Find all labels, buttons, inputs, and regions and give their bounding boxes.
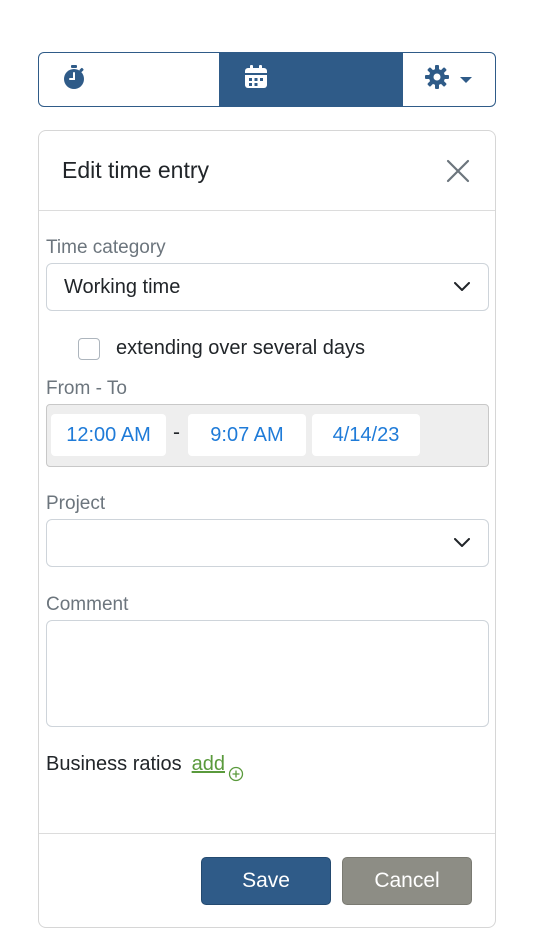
gear-icon bbox=[424, 64, 450, 95]
from-to-range: 12:00 AM - 9:07 AM 4/14/23 bbox=[46, 404, 489, 467]
multi-day-checkbox[interactable] bbox=[78, 337, 100, 360]
dialog-title: Edit time entry bbox=[62, 157, 209, 183]
cancel-button[interactable]: Cancel bbox=[342, 857, 472, 905]
comment-label: Comment bbox=[46, 594, 129, 615]
comment-textarea[interactable] bbox=[46, 620, 489, 727]
calendar-view-button[interactable] bbox=[220, 52, 402, 107]
multi-day-label: extending over several days bbox=[116, 337, 366, 359]
chevron-down-icon bbox=[454, 538, 470, 547]
start-time-picker[interactable]: 12:00 AM bbox=[51, 414, 166, 456]
save-button[interactable]: Save bbox=[201, 857, 331, 905]
from-to-label: From - To bbox=[46, 378, 127, 399]
plus-circle-icon[interactable] bbox=[228, 766, 244, 782]
dialog-body: Time category Working time extending ove… bbox=[39, 211, 495, 831]
add-business-ratio-link[interactable]: add bbox=[192, 753, 225, 776]
range-separator: - bbox=[173, 421, 180, 444]
view-toolbar bbox=[38, 52, 496, 107]
close-button[interactable] bbox=[443, 156, 473, 186]
dialog-header: Edit time entry bbox=[39, 131, 495, 211]
business-ratios-row: Business ratios add bbox=[46, 753, 244, 782]
calendar-icon bbox=[243, 64, 269, 95]
edit-time-entry-dialog: Edit time entry Time category Working ti… bbox=[38, 130, 496, 928]
date-picker[interactable]: 4/14/23 bbox=[312, 414, 420, 456]
caret-down-icon bbox=[460, 71, 472, 89]
dialog-footer: Save Cancel bbox=[39, 833, 495, 927]
settings-dropdown-button[interactable] bbox=[402, 52, 496, 107]
multi-day-option: extending over several days bbox=[78, 337, 365, 360]
timer-view-button[interactable] bbox=[38, 52, 220, 107]
project-label: Project bbox=[46, 493, 106, 514]
time-category-value: Working time bbox=[64, 275, 181, 298]
close-icon bbox=[446, 159, 470, 182]
end-time-picker[interactable]: 9:07 AM bbox=[188, 414, 306, 456]
business-ratios-label: Business ratios bbox=[46, 753, 182, 775]
time-category-label: Time category bbox=[46, 237, 166, 258]
time-category-select[interactable]: Working time bbox=[46, 263, 489, 311]
project-select[interactable] bbox=[46, 519, 489, 567]
chevron-down-icon bbox=[454, 282, 470, 291]
stopwatch-icon bbox=[61, 64, 87, 95]
